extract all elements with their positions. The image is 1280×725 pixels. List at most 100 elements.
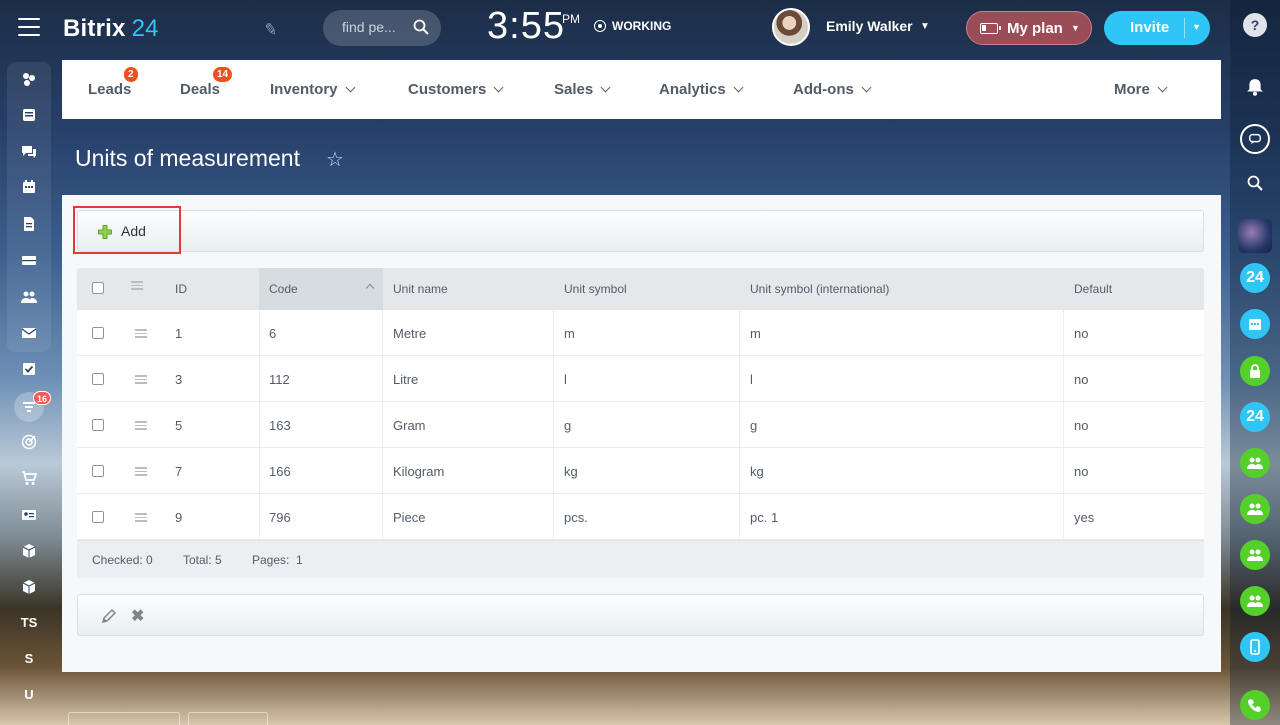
footer-tab[interactable] xyxy=(188,712,268,725)
column-header-unit-symbol[interactable]: Unit symbol xyxy=(564,282,627,296)
row-checkbox[interactable] xyxy=(92,373,104,385)
cell-unit-symbol: m xyxy=(564,326,575,341)
activity-stream-icon[interactable] xyxy=(14,64,44,94)
crm-navigation: Leads Deals Inventory Customers Sales An… xyxy=(62,60,1221,119)
delete-icon[interactable]: ✖ xyxy=(131,606,144,626)
sidebar-item-ts[interactable]: TS xyxy=(14,607,44,637)
tab-customers[interactable]: Customers xyxy=(408,81,504,98)
contacts-icon[interactable] xyxy=(14,282,44,312)
divider xyxy=(1184,18,1185,38)
user-name[interactable]: Emily Walker xyxy=(826,18,913,34)
box-icon[interactable] xyxy=(14,536,44,566)
clock[interactable]: 3:55 PM xyxy=(487,5,580,48)
table-row[interactable]: 3 112 Litre l l no xyxy=(77,356,1204,402)
row-checkbox[interactable] xyxy=(92,465,104,477)
row-menu-icon[interactable] xyxy=(135,375,147,384)
cart-icon[interactable] xyxy=(14,463,44,493)
row-checkbox[interactable] xyxy=(92,419,104,431)
divider xyxy=(382,494,383,539)
column-header-default[interactable]: Default xyxy=(1074,282,1112,296)
row-menu-icon[interactable] xyxy=(135,467,147,476)
phone-icon[interactable] xyxy=(1240,632,1270,662)
lock-icon[interactable] xyxy=(1240,356,1270,386)
users-icon[interactable] xyxy=(1240,586,1270,616)
column-header-unit-symbol-intl[interactable]: Unit symbol (international) xyxy=(750,282,889,296)
pencil-icon[interactable]: ✎ xyxy=(262,19,279,41)
leads-badge: 2 xyxy=(124,67,138,82)
table-header: ID Code Unit name Unit symbol Unit symbo… xyxy=(77,268,1204,310)
tab-add-ons[interactable]: Add-ons xyxy=(793,81,872,98)
select-all-checkbox[interactable] xyxy=(92,282,104,294)
call-icon[interactable] xyxy=(1240,690,1270,720)
invite-button[interactable]: Invite ▼ xyxy=(1104,11,1210,45)
tab-label: Sales xyxy=(554,81,594,98)
row-checkbox[interactable] xyxy=(92,327,104,339)
users-icon[interactable] xyxy=(1240,494,1270,524)
users-icon[interactable] xyxy=(1240,540,1270,570)
pages-count: Pages: 1 xyxy=(252,553,303,567)
search-input[interactable]: find pe... xyxy=(323,10,441,46)
tab-inventory[interactable]: Inventory xyxy=(270,81,355,98)
bell-icon[interactable] xyxy=(1240,72,1270,102)
drive-icon[interactable] xyxy=(14,245,44,275)
tab-deals[interactable]: Deals xyxy=(180,81,220,98)
footer-tab[interactable] xyxy=(68,712,180,725)
help-icon[interactable]: ? xyxy=(1243,13,1267,37)
my-plan-button[interactable]: My plan ▼ xyxy=(966,11,1092,45)
pencil-icon[interactable] xyxy=(100,607,118,625)
table-row[interactable]: 7 166 Kilogram kg kg no xyxy=(77,448,1204,494)
column-settings-icon[interactable] xyxy=(131,281,143,290)
caret-down-icon[interactable]: ▼ xyxy=(920,21,930,32)
column-header-unit-name[interactable]: Unit name xyxy=(393,282,448,296)
tab-sales[interactable]: Sales xyxy=(554,81,611,98)
tab-analytics[interactable]: Analytics xyxy=(659,81,744,98)
tab-leads[interactable]: Leads xyxy=(88,81,131,98)
cell-unit-name: Gram xyxy=(393,418,426,433)
menu-icon[interactable] xyxy=(18,18,40,38)
work-status[interactable]: WORKING xyxy=(594,19,671,33)
sidebar-item-u[interactable]: U xyxy=(14,679,44,709)
box-icon[interactable] xyxy=(14,572,44,602)
logo[interactable]: Bitrix 24 xyxy=(63,15,159,43)
avatar[interactable] xyxy=(772,8,810,46)
tab-label: More xyxy=(1114,81,1150,98)
chevron-down-icon xyxy=(733,82,744,93)
mail-icon[interactable] xyxy=(14,318,44,348)
calendar-icon[interactable] xyxy=(1240,309,1270,339)
column-header-code[interactable]: Code xyxy=(269,282,298,296)
chat-icon[interactable] xyxy=(14,137,44,167)
plus-icon xyxy=(98,225,112,239)
cell-default: no xyxy=(1074,464,1089,479)
calendar-icon[interactable] xyxy=(14,172,44,202)
table-row[interactable]: 9 796 Piece pcs. pc. 1 yes xyxy=(77,494,1204,540)
id-card-icon[interactable] xyxy=(14,500,44,530)
battery-icon xyxy=(980,23,1001,34)
tab-more[interactable]: More xyxy=(1114,81,1168,98)
tasks-icon[interactable] xyxy=(14,354,44,384)
search-icon[interactable] xyxy=(1240,168,1270,198)
add-button[interactable]: Add xyxy=(73,206,181,254)
documents-icon[interactable] xyxy=(14,209,44,239)
chat-bubble-icon[interactable] xyxy=(1240,124,1270,154)
table-row[interactable]: 1 6 Metre m m no xyxy=(77,310,1204,356)
users-icon[interactable] xyxy=(1240,448,1270,478)
sidebar-item-s[interactable]: S xyxy=(14,643,44,673)
avatar-group-icon[interactable] xyxy=(1238,219,1272,253)
bitrix24-icon[interactable]: 24 xyxy=(1240,402,1270,432)
row-menu-icon[interactable] xyxy=(135,513,147,522)
logo-text: Bitrix xyxy=(63,15,126,42)
search-icon[interactable] xyxy=(413,19,429,35)
row-menu-icon[interactable] xyxy=(135,421,147,430)
row-checkbox[interactable] xyxy=(92,511,104,523)
feed-icon[interactable] xyxy=(14,100,44,130)
cell-id: 9 xyxy=(175,510,183,525)
column-header-id[interactable]: ID xyxy=(175,282,187,296)
divider xyxy=(739,402,740,447)
star-icon[interactable]: ☆ xyxy=(326,147,344,172)
target-icon[interactable] xyxy=(14,427,44,457)
sort-arrow-icon[interactable] xyxy=(365,283,375,293)
cell-unit-symbol-intl: m xyxy=(750,326,761,341)
row-menu-icon[interactable] xyxy=(135,329,147,338)
table-row[interactable]: 5 163 Gram g g no xyxy=(77,402,1204,448)
bitrix24-icon[interactable]: 24 xyxy=(1240,263,1270,293)
